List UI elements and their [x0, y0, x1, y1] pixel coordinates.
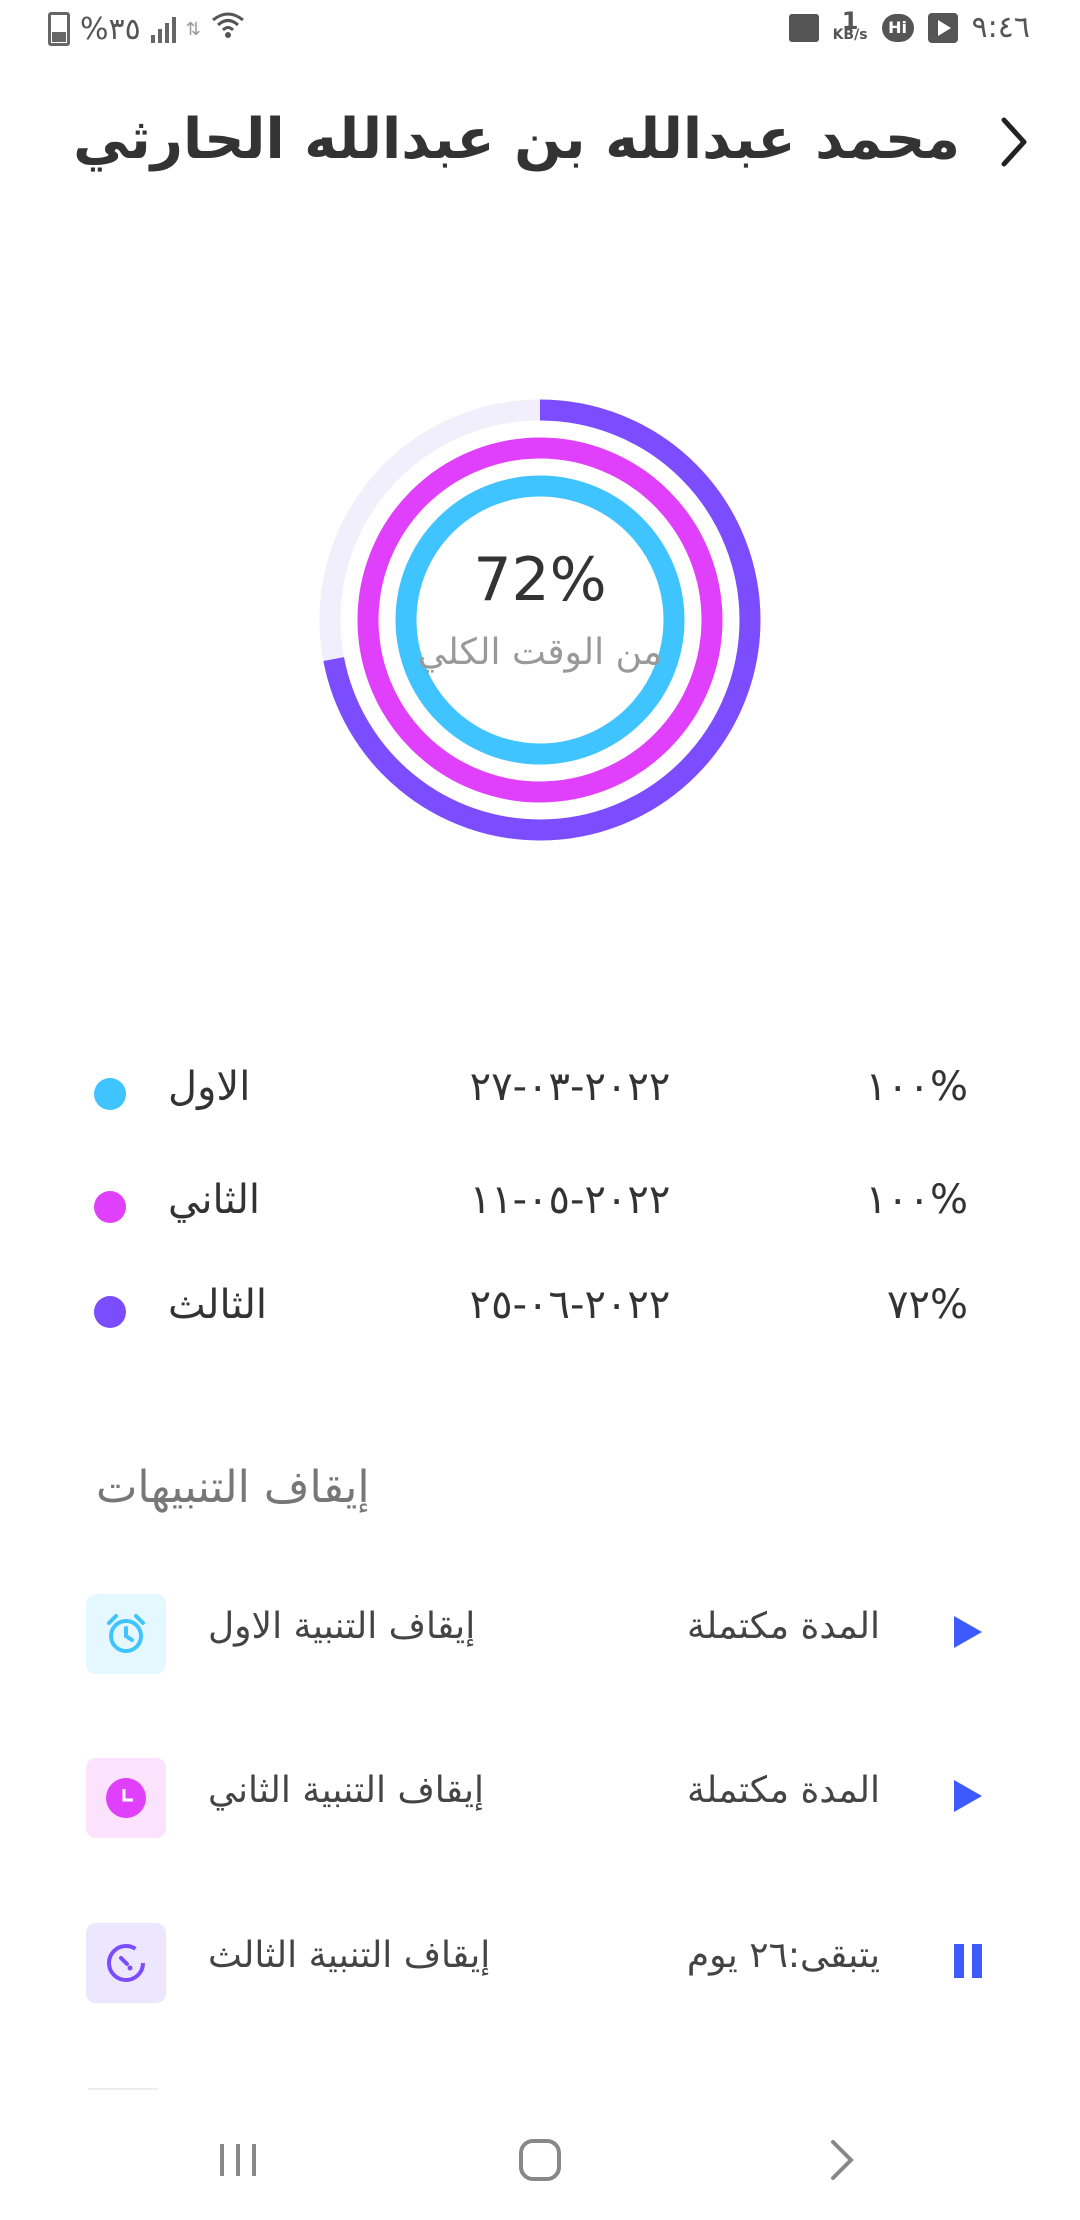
battery-icon — [48, 12, 70, 46]
alarm-icon-tile — [86, 1923, 166, 2003]
wifi-icon — [211, 10, 245, 48]
image-icon — [788, 13, 819, 42]
play-button[interactable] — [944, 1772, 992, 1820]
pause-icon — [954, 1944, 982, 1978]
chevron-icon — [1001, 117, 1027, 167]
home-button[interactable] — [500, 2130, 580, 2190]
alarm-row-third: إيقاف التنبية الثالث يتبقى:٢٦ يوم — [0, 1917, 1080, 2007]
media-play-icon — [927, 12, 958, 43]
legend-date: ٢٠٢٢-٠٦-٢٥ — [469, 1282, 671, 1328]
alarms-section-title: إيقاف التنبيهات — [96, 1462, 370, 1513]
back-button[interactable] — [984, 112, 1044, 172]
alarm-label: إيقاف التنبية الثاني — [208, 1770, 484, 1811]
status-bar: %٣٥ ⇅ 1 KB/s Hi ٩:٤٦ — [0, 0, 1080, 64]
data-off-icon: ⇅ — [185, 18, 201, 40]
legend-percent: ٧٢% — [887, 1282, 968, 1328]
status-right: 1 KB/s Hi ٩:٤٦ — [788, 6, 1030, 45]
page-title: محمد عبدالله بن عبدالله الحارثي — [73, 107, 960, 172]
play-icon — [954, 1616, 982, 1648]
alarm-row-second: إيقاف التنبية الثاني المدة مكتملة — [0, 1752, 1080, 1842]
legend-dot — [94, 1296, 126, 1328]
legend-row-third: الثالث ٢٠٢٢-٠٦-٢٥ ٧٢% — [0, 1276, 1080, 1346]
recent-apps-button[interactable] — [198, 2130, 278, 2190]
progress-rings — [319, 399, 761, 841]
alarm-icon-tile — [86, 1758, 166, 1838]
battery-level: %٣٥ — [80, 11, 141, 47]
legend-dot — [94, 1191, 126, 1223]
overall-caption: من الوقت الكلي — [417, 632, 663, 673]
alarm-clock-icon — [107, 1614, 145, 1653]
back-nav-button[interactable] — [802, 2130, 882, 2190]
navigation-bar — [0, 2100, 1080, 2220]
alarm-icon-tile — [86, 1594, 166, 1674]
legend-date: ٢٠٢٢-٠٥-١١ — [469, 1177, 671, 1223]
signal-icon — [150, 15, 176, 43]
alarm-status: المدة مكتملة — [686, 1770, 880, 1811]
overall-percentage: 72% — [473, 545, 607, 615]
alarm-row-first: إيقاف التنبية الاول المدة مكتملة — [0, 1588, 1080, 1678]
alarm-label: إيقاف التنبية الثالث — [208, 1935, 491, 1976]
recent-apps-icon — [220, 2144, 256, 2176]
legend-name: الثاني — [168, 1177, 261, 1223]
clock-icon — [106, 1778, 146, 1818]
alarm-status: يتبقى:٢٦ يوم — [686, 1935, 880, 1976]
hi-icon: Hi — [881, 13, 914, 42]
legend-name: الاول — [168, 1064, 251, 1110]
legend-percent: ١٠٠% — [865, 1064, 968, 1110]
play-icon — [954, 1780, 982, 1812]
ring-progress — [357, 437, 723, 803]
play-button[interactable] — [944, 1608, 992, 1656]
home-icon — [519, 2139, 561, 2181]
legend-row-first: الاول ٢٠٢٢-٠٣-٢٧ ١٠٠% — [0, 1058, 1080, 1128]
divider — [88, 2088, 158, 2090]
status-left: %٣٥ ⇅ — [48, 10, 245, 48]
back-chevron-icon — [831, 2140, 854, 2180]
ring-progress — [395, 475, 685, 765]
legend-name: الثالث — [168, 1282, 268, 1328]
legend-dot — [94, 1078, 126, 1110]
net-speed: 1 KB/s — [832, 6, 868, 43]
clock-time: ٩:٤٦ — [971, 10, 1030, 45]
alarm-label: إيقاف التنبية الاول — [208, 1606, 476, 1647]
legend-date: ٢٠٢٢-٠٣-٢٧ — [469, 1064, 671, 1110]
legend-row-second: الثاني ٢٠٢٢-٠٥-١١ ١٠٠% — [0, 1171, 1080, 1241]
legend-percent: ١٠٠% — [865, 1177, 968, 1223]
pause-button[interactable] — [944, 1937, 992, 1985]
alarm-status: المدة مكتملة — [686, 1606, 880, 1647]
timer-icon — [107, 1944, 145, 1982]
